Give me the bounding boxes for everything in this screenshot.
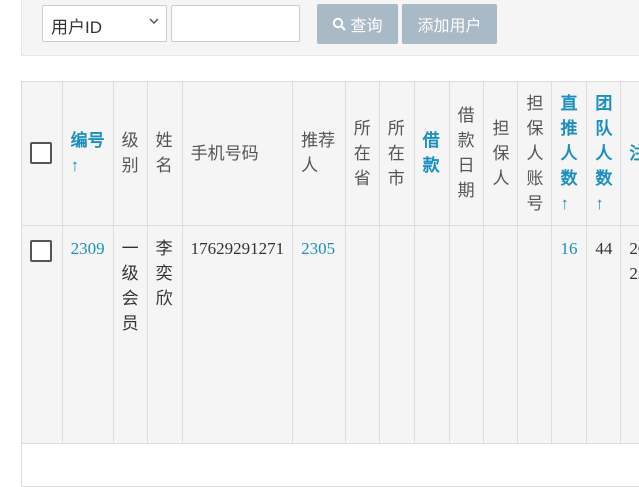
search-field-select-value: 用户ID [51,18,102,37]
table-footer [22,444,639,486]
header-direct-count[interactable]: 直推人数 ↑ [551,82,588,226]
header-id[interactable]: 编号 ↑ [62,82,114,226]
cell-guarantor-account [517,225,553,444]
row-checkbox-cell [22,225,63,444]
header-level: 级别 [113,82,148,226]
query-button[interactable]: 查询 [317,4,398,44]
header-team-count[interactable]: 团队人数 ↑ [586,82,622,226]
cell-guarantor [483,225,519,444]
header-phone: 手机号码 [182,82,294,226]
select-all-checkbox[interactable] [30,142,52,165]
sort-up-icon: ↑ [560,193,569,213]
sort-up-icon: ↑ [70,156,80,176]
header-loan-date: 借款日期 [449,82,485,226]
table-header-row: 编号 ↑ 级别 姓名 手机号码 推荐人 所在省 所在市 借款 借款日期 担保人 担… [22,82,639,226]
cell-loan [414,225,450,444]
search-icon [333,17,347,31]
cell-id[interactable]: 2309 [62,225,114,444]
header-loan[interactable]: 借款 [414,82,450,226]
search-field-select[interactable]: 用户ID [42,5,167,42]
select-all-cell [22,82,63,226]
cell-level: 一级会员 [113,225,148,444]
query-button-label: 查询 [350,18,383,35]
cell-city [379,225,415,444]
cell-referrer[interactable]: 2305 [292,225,346,444]
cell-phone: 17629291271 [182,225,294,444]
cell-loan-date [449,225,485,444]
toolbar: 用户ID 查询 添加用户 [21,0,639,56]
header-referrer: 推荐人 [292,82,346,226]
table-row: 2309 一级会员 李奕欣 17629291271 2305 16 44 20 … [22,225,639,444]
add-user-button[interactable]: 添加用户 [402,4,497,44]
user-table: 编号 ↑ 级别 姓名 手机号码 推荐人 所在省 所在市 借款 借款日期 担保人 担… [21,81,639,487]
header-city: 所在市 [379,82,415,226]
header-name: 姓名 [147,82,183,226]
cell-direct-count[interactable]: 16 [551,225,588,444]
search-input[interactable] [171,5,300,42]
sort-up-icon: ↑ [595,193,604,213]
row-checkbox[interactable] [30,239,52,262]
cell-province [345,225,380,444]
chevron-down-icon [149,18,159,25]
add-user-button-label: 添加用户 [417,18,482,35]
cell-name: 李奕欣 [147,225,183,444]
header-register[interactable]: 注 [620,82,639,226]
cell-register: 20 22 [620,225,639,444]
header-province: 所在省 [345,82,380,226]
header-guarantor: 担保人 [483,82,519,226]
header-guarantor-account: 担保人账号 [517,82,553,226]
cell-team-count: 44 [586,225,622,444]
